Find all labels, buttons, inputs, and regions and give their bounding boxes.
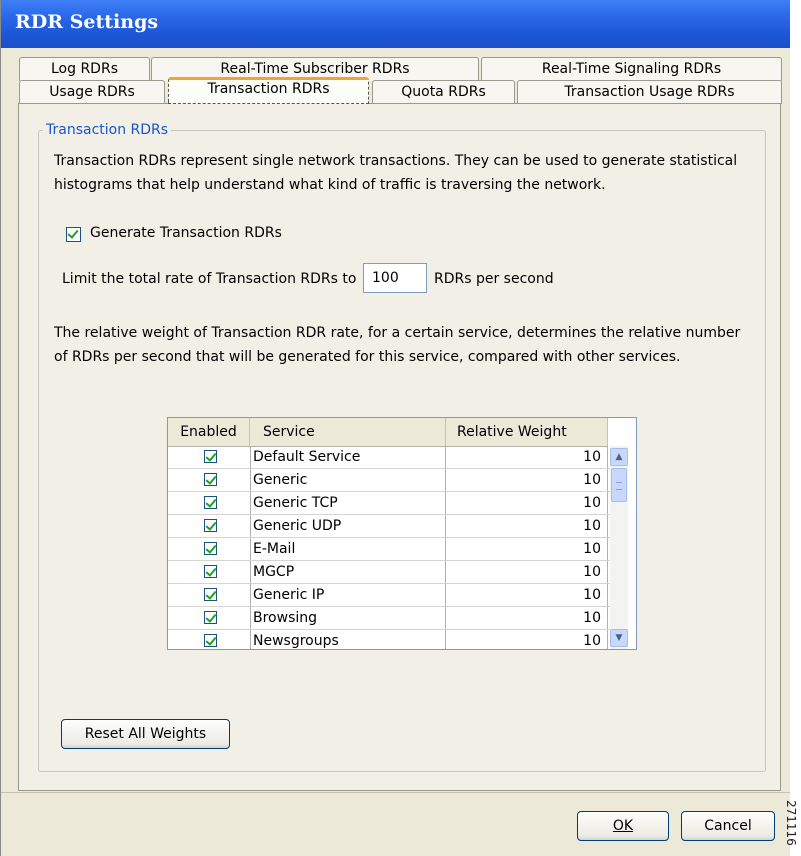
relative-weight-cell[interactable]: 10	[446, 630, 608, 649]
service-cell: Browsing	[250, 607, 446, 629]
service-cell: Generic UDP	[250, 515, 446, 537]
enabled-checkbox[interactable]	[204, 542, 217, 555]
cancel-button[interactable]: Cancel	[681, 811, 775, 841]
enabled-checkbox[interactable]	[204, 588, 217, 601]
rdr-settings-window: RDR Settings Log RDRs Real-Time Subscrib…	[0, 0, 790, 856]
table-row[interactable]: Default Service 10	[168, 446, 610, 469]
generate-transaction-rdrs-label[interactable]: Generate Transaction RDRs	[90, 225, 282, 241]
tab-transaction-rdrs[interactable]: Transaction RDRs	[168, 77, 369, 104]
table-body: Default Service 10 Generic 10 Generic TCP 10 G…	[168, 446, 610, 649]
reset-all-weights-button[interactable]: Reset All Weights	[61, 719, 230, 749]
ok-button-label: OK	[612, 818, 634, 834]
relative-weight-cell[interactable]: 10	[446, 584, 608, 606]
column-header-relative-weight[interactable]: Relative Weight	[446, 418, 608, 446]
column-header-enabled[interactable]: Enabled	[168, 418, 250, 446]
enabled-checkbox[interactable]	[204, 611, 217, 624]
table-scrollbar[interactable]: ▲ ▼	[610, 446, 628, 649]
service-cell: Generic TCP	[250, 492, 446, 514]
window-title: RDR Settings	[15, 11, 159, 33]
table-header: Enabled Service Relative Weight	[168, 418, 608, 447]
enabled-cell	[168, 561, 250, 583]
enabled-cell	[168, 538, 250, 560]
tab-usage-rdrs[interactable]: Usage RDRs	[19, 80, 165, 104]
relative-weight-cell[interactable]: 10	[446, 446, 608, 468]
footer-separator	[1, 792, 790, 793]
enabled-cell	[168, 446, 250, 468]
service-cell: Generic IP	[250, 584, 446, 606]
enabled-cell	[168, 515, 250, 537]
enabled-cell	[168, 584, 250, 606]
rate-limit-label: Limit the total rate of Transaction RDRs…	[62, 271, 357, 287]
group-legend: Transaction RDRs	[43, 122, 172, 138]
enabled-checkbox[interactable]	[204, 450, 217, 463]
service-cell: Generic	[250, 469, 446, 491]
title-bar[interactable]: RDR Settings	[1, 0, 790, 48]
service-cell: Newsgroups	[250, 630, 446, 649]
side-label: 271116	[786, 800, 798, 856]
table-row[interactable]: MGCP 10	[168, 561, 610, 584]
table-row[interactable]: Generic 10	[168, 469, 610, 492]
arrow-down-icon[interactable]: ▼	[610, 629, 628, 647]
side-label-text: 271116	[786, 800, 798, 846]
enabled-cell	[168, 607, 250, 629]
relative-weight-cell[interactable]: 10	[446, 469, 608, 491]
description-text: Transaction RDRs represent single networ…	[54, 153, 738, 193]
tab-transaction-usage-rdrs[interactable]: Transaction Usage RDRs	[517, 80, 782, 104]
table-row[interactable]: Browsing 10	[168, 607, 610, 630]
service-cell: Default Service	[250, 446, 446, 468]
relative-weight-cell[interactable]: 10	[446, 561, 608, 583]
enabled-checkbox[interactable]	[204, 519, 217, 532]
enabled-cell	[168, 469, 250, 491]
table-row[interactable]: Newsgroups 10	[168, 630, 610, 649]
enabled-cell	[168, 492, 250, 514]
relative-weight-cell[interactable]: 10	[446, 607, 608, 629]
tab-log-rdrs[interactable]: Log RDRs	[19, 57, 150, 81]
table-row[interactable]: Generic UDP 10	[168, 515, 610, 538]
relative-weight-cell[interactable]: 10	[446, 538, 608, 560]
table-row[interactable]: E-Mail 10	[168, 538, 610, 561]
generate-transaction-rdrs-checkbox[interactable]	[66, 227, 81, 242]
column-header-service[interactable]: Service	[250, 418, 446, 446]
scrollbar-thumb[interactable]	[611, 468, 627, 502]
services-table: Enabled Service Relative Weight Default …	[167, 417, 637, 650]
ok-button[interactable]: OK	[577, 811, 669, 841]
enabled-checkbox[interactable]	[204, 565, 217, 578]
weight-description-text: The relative weight of Transaction RDR r…	[54, 325, 741, 365]
relative-weight-cell[interactable]: 10	[446, 515, 608, 537]
arrow-up-icon[interactable]: ▲	[610, 448, 628, 466]
service-cell: E-Mail	[250, 538, 446, 560]
rate-limit-input[interactable]	[363, 263, 427, 293]
table-row[interactable]: Generic IP 10	[168, 584, 610, 607]
tab-real-time-signaling-rdrs[interactable]: Real-Time Signaling RDRs	[481, 57, 782, 81]
tab-quota-rdrs[interactable]: Quota RDRs	[372, 80, 515, 104]
relative-weight-cell[interactable]: 10	[446, 492, 608, 514]
cancel-button-label: Cancel	[704, 818, 752, 834]
enabled-checkbox[interactable]	[204, 634, 217, 647]
enabled-cell	[168, 630, 250, 649]
service-cell: MGCP	[250, 561, 446, 583]
enabled-checkbox[interactable]	[204, 473, 217, 486]
rate-limit-unit-label: RDRs per second	[434, 271, 554, 287]
table-row[interactable]: Generic TCP 10	[168, 492, 610, 515]
enabled-checkbox[interactable]	[204, 496, 217, 509]
